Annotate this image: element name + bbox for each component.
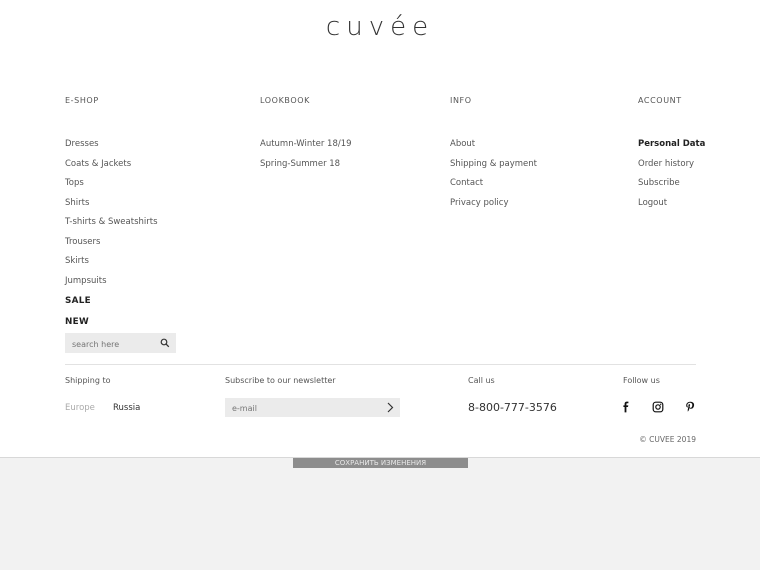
lookbook-column: LOOKBOOK Autumn-Winter 18/19 Spring-Summ…: [260, 96, 352, 169]
newsletter-form: [225, 398, 400, 417]
email-field[interactable]: [230, 401, 384, 416]
eshop-column: E-SHOP Dresses Coats & Jackets Tops Shir…: [65, 96, 158, 327]
chevron-right-icon[interactable]: [385, 402, 395, 413]
search-icon[interactable]: [160, 338, 170, 348]
info-heading: INFO: [450, 96, 472, 105]
save-changes-button[interactable]: СОХРАНИТЬ ИЗМЕНЕНИЯ: [293, 457, 468, 468]
account-list: Personal Data Order history Subscribe Lo…: [638, 135, 738, 213]
eshop-item-dresses[interactable]: Dresses: [65, 135, 245, 155]
eshop-item-trousers[interactable]: Trousers: [65, 233, 245, 253]
call-label: Call us: [468, 376, 495, 385]
facebook-icon[interactable]: [620, 401, 632, 413]
instagram-icon[interactable]: [652, 401, 664, 413]
pinterest-icon[interactable]: [684, 401, 696, 413]
lookbook-list: Autumn-Winter 18/19 Spring-Summer 18: [260, 135, 440, 174]
search-box: [65, 333, 176, 353]
info-item-shipping-payment[interactable]: Shipping & payment: [450, 155, 630, 175]
eshop-item-coats-jackets[interactable]: Coats & Jackets: [65, 155, 245, 175]
eshop-item-tops[interactable]: Tops: [65, 174, 245, 194]
eshop-item-tshirts-sweatshirts[interactable]: T-shirts & Sweatshirts: [65, 213, 245, 233]
account-column: ACCOUNT Personal Data Order history Subs…: [638, 96, 705, 208]
info-list: About Shipping & payment Contact Privacy…: [450, 135, 630, 213]
eshop-item-sale[interactable]: SALE: [65, 291, 245, 312]
eshop-item-skirts[interactable]: Skirts: [65, 252, 245, 272]
info-item-privacy-policy[interactable]: Privacy policy: [450, 194, 630, 214]
shipping-option-russia[interactable]: Russia: [113, 403, 140, 413]
copyright: © CUVEE 2019: [639, 435, 696, 444]
eshop-item-new[interactable]: NEW: [65, 312, 245, 333]
info-column: INFO About Shipping & payment Contact Pr…: [450, 96, 537, 208]
follow-label: Follow us: [623, 376, 660, 385]
info-item-about[interactable]: About: [450, 135, 630, 155]
phone-number[interactable]: 8-800-777-3576: [468, 401, 557, 414]
footer-divider: [65, 364, 696, 365]
account-item-order-history[interactable]: Order history: [638, 155, 738, 175]
info-item-contact[interactable]: Contact: [450, 174, 630, 194]
lookbook-item-aw[interactable]: Autumn-Winter 18/19: [260, 135, 440, 155]
account-item-subscribe[interactable]: Subscribe: [638, 174, 738, 194]
brand-logo[interactable]: cuvée: [0, 12, 760, 42]
lookbook-heading: LOOKBOOK: [260, 96, 310, 105]
shipping-label: Shipping to: [65, 376, 111, 385]
eshop-heading: E-SHOP: [65, 96, 99, 105]
lookbook-item-ss[interactable]: Spring-Summer 18: [260, 155, 440, 175]
search-input[interactable]: [70, 336, 164, 352]
account-heading: ACCOUNT: [638, 96, 682, 105]
account-item-logout[interactable]: Logout: [638, 194, 738, 214]
account-item-personal-data[interactable]: Personal Data: [638, 135, 738, 155]
eshop-item-shirts[interactable]: Shirts: [65, 194, 245, 214]
shipping-option-europe[interactable]: Europe: [65, 403, 95, 413]
site-footer: cuvée E-SHOP Dresses Coats & Jackets Top…: [0, 0, 760, 458]
eshop-item-jumpsuits[interactable]: Jumpsuits: [65, 272, 245, 292]
newsletter-label: Subscribe to our newsletter: [225, 376, 336, 385]
eshop-list: Dresses Coats & Jackets Tops Shirts T-sh…: [65, 135, 245, 333]
